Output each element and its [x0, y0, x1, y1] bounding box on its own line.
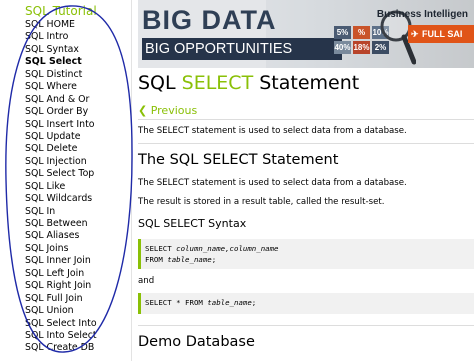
- banner-cta-label: FULL SAI: [422, 29, 463, 39]
- grid-cell: %: [353, 26, 370, 39]
- syntax-heading: SQL SELECT Syntax: [138, 217, 247, 230]
- airplane-icon: ✈: [411, 29, 419, 39]
- page-title-prefix: SQL: [138, 72, 182, 94]
- sidebar-item[interactable]: SQL Right Join: [25, 280, 97, 292]
- sidebar-item[interactable]: SQL Like: [25, 181, 97, 193]
- banner-subtitle: BIG OPPORTUNITIES: [142, 38, 342, 60]
- sidebar-item[interactable]: SQL Aliases: [25, 230, 97, 242]
- grid-cell: 5%: [334, 26, 351, 39]
- divider: [138, 325, 474, 326]
- sidebar-item[interactable]: SQL HOME: [25, 19, 97, 31]
- page-title-suffix: Statement: [253, 72, 360, 94]
- grid-cell: 18%: [353, 41, 370, 54]
- banner-ad[interactable]: BIG DATA BIG OPPORTUNITIES 5% % 10% 40% …: [138, 0, 474, 68]
- sidebar-item[interactable]: SQL Update: [25, 131, 97, 143]
- sidebar-item[interactable]: SQL Insert Into: [25, 119, 97, 131]
- section-paragraph-1: The SELECT statement is used to select d…: [138, 178, 407, 188]
- sidebar-item[interactable]: SQL Order By: [25, 106, 97, 118]
- section-paragraph-2: The result is stored in a result table, …: [138, 197, 385, 207]
- sidebar-item[interactable]: SQL Delete: [25, 143, 97, 155]
- and-label: and: [138, 276, 155, 286]
- sidebar-item[interactable]: SQL Distinct: [25, 69, 97, 81]
- sidebar-item[interactable]: SQL Wildcards: [25, 193, 97, 205]
- code-line: FROM table_name;: [145, 254, 217, 264]
- sidebar-item[interactable]: SQL Left Join: [25, 268, 97, 280]
- code-line: SELECT column_name,column_name: [145, 244, 279, 253]
- divider: [138, 143, 474, 144]
- sidebar-item[interactable]: SQL Union: [25, 305, 97, 317]
- banner-cta-button[interactable]: ✈ FULL SAI: [408, 25, 474, 43]
- sidebar-item[interactable]: SQL In: [25, 206, 97, 218]
- sidebar: SQL Tutorial SQL HOME SQL Intro SQL Syntax…: [0, 0, 132, 361]
- grid-cell: 40%: [334, 41, 351, 54]
- previous-link[interactable]: ❮ Previous: [138, 104, 197, 117]
- sidebar-item[interactable]: SQL Inner Join: [25, 255, 97, 267]
- code-line: SELECT * FROM table_name;: [145, 298, 257, 307]
- sidebar-item[interactable]: SQL Syntax: [25, 44, 97, 56]
- banner-title: BIG DATA: [142, 5, 277, 35]
- sidebar-item[interactable]: SQL And & Or: [25, 94, 97, 106]
- sidebar-item[interactable]: SQL Select Top: [25, 168, 97, 180]
- page-title-keyword: SELECT: [181, 72, 254, 94]
- sidebar-item[interactable]: SQL Into Select: [25, 330, 97, 342]
- sidebar-item[interactable]: SQL Select Into: [25, 318, 97, 330]
- code-example-1: SELECT column_name,column_name FROM tabl…: [138, 239, 474, 269]
- main-content: SQL SELECT Statement ❮ Previous The SELE…: [138, 68, 474, 361]
- divider: [138, 119, 474, 120]
- page-title: SQL SELECT Statement: [138, 72, 359, 94]
- section-heading: The SQL SELECT Statement: [138, 152, 339, 168]
- intro-text: The SELECT statement is used to select d…: [138, 126, 407, 136]
- sidebar-item[interactable]: SQL Full Join: [25, 293, 97, 305]
- demo-heading: Demo Database: [138, 334, 255, 350]
- sidebar-divider: [131, 0, 132, 361]
- code-example-2: SELECT * FROM table_name;: [138, 293, 474, 314]
- sidebar-item[interactable]: SQL Select: [25, 56, 97, 68]
- sidebar-item[interactable]: SQL Intro: [25, 31, 97, 43]
- sidebar-item[interactable]: SQL Between: [25, 218, 97, 230]
- sidebar-heading[interactable]: SQL Tutorial: [25, 4, 97, 18]
- banner-tagline: Business Intelligen: [376, 9, 468, 20]
- sidebar-item[interactable]: SQL Joins: [25, 243, 97, 255]
- sidebar-item[interactable]: SQL Injection: [25, 156, 97, 168]
- sidebar-item[interactable]: SQL Where: [25, 81, 97, 93]
- sidebar-menu: SQL HOME SQL Intro SQL Syntax SQL Select SQL…: [25, 19, 97, 355]
- sidebar-item[interactable]: SQL Create DB: [25, 342, 97, 354]
